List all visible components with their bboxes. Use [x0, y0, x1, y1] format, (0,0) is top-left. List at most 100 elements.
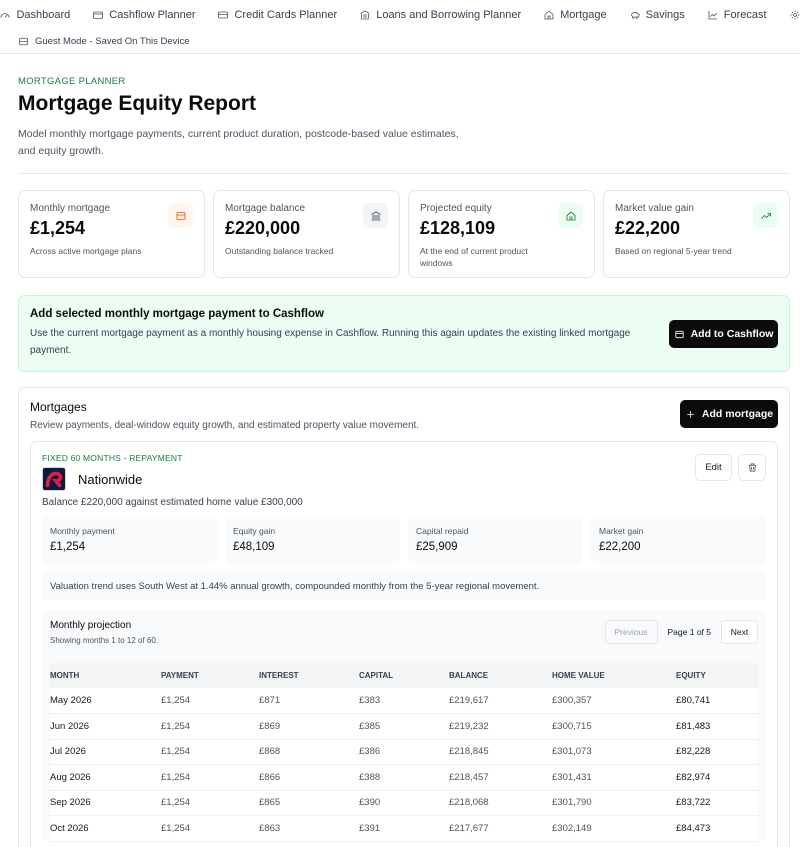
next-page-button[interactable]: Next [721, 620, 758, 644]
nav-loans-planner[interactable]: Loans and Borrowing Planner [359, 9, 521, 21]
stat-cards: Monthly mortgage £1,254 Across active mo… [18, 190, 790, 278]
table-cell: £82,974 [676, 764, 758, 791]
settings-button[interactable] [789, 9, 800, 21]
stat-card-monthly-mortgage: Monthly mortgage £1,254 Across active mo… [18, 190, 205, 278]
table-cell: Jul 2026 [50, 739, 161, 765]
column-header: MONTH [50, 663, 161, 688]
trash-icon [748, 463, 756, 472]
table-cell: £301,431 [552, 764, 676, 791]
column-header: HOME VALUE [552, 663, 676, 688]
column-header: BALANCE [449, 663, 552, 688]
add-mortgage-button[interactable]: Add mortgage [680, 400, 778, 428]
kpi-value: £48,109 [233, 541, 275, 553]
column-header: PAYMENT [161, 663, 259, 688]
table-cell: £1,254 [161, 713, 259, 740]
kpi-capital-repaid: Capital repaid £25,909 [408, 517, 583, 564]
nav-credit-cards-planner[interactable]: Credit Cards Planner [217, 9, 337, 21]
table-cell: £218,068 [449, 790, 552, 816]
page-eyebrow: MORTGAGE PLANNER [18, 76, 126, 87]
add-to-cashflow-button[interactable]: Add to Cashflow [669, 320, 778, 348]
guest-mode-label: Guest Mode - Saved On This Device [35, 36, 190, 47]
table-cell: £391 [359, 815, 449, 842]
bank-icon [363, 203, 388, 228]
page-indicator: Page 1 of 5 [667, 627, 711, 637]
valuation-trend-note: Valuation trend uses South West at 1.44%… [42, 572, 766, 600]
table-cell: £81,483 [676, 713, 758, 740]
nav-label: Loans and Borrowing Planner [376, 9, 522, 21]
table-cell: £866 [259, 764, 359, 791]
table-cell: £219,617 [449, 688, 552, 714]
section-description: Review payments, deal-window equity grow… [30, 420, 420, 431]
table-cell: £871 [259, 688, 359, 714]
table-cell: £1,254 [161, 815, 259, 842]
table-cell: £868 [259, 739, 359, 765]
banner-title: Add selected monthly mortgage payment to… [30, 308, 324, 320]
gear-icon [790, 10, 800, 20]
mortgage-card: FIXED 60 MONTHS - REPAYMENT Nationwide B… [30, 441, 778, 847]
table-cell: £1,254 [161, 688, 259, 714]
previous-page-button[interactable]: Previous [604, 620, 658, 644]
table-cell: £218,457 [449, 764, 552, 791]
nav-savings[interactable]: Savings [629, 9, 685, 21]
kpi-market-gain: Market gain £22,200 [591, 517, 766, 564]
table-cell: £219,232 [449, 713, 552, 740]
edit-button[interactable]: Edit [695, 454, 732, 481]
table-cell: £1,254 [161, 739, 259, 765]
nav-label: Forecast [723, 9, 767, 21]
table-cell: £84,473 [676, 815, 758, 842]
table-row: May 2026 £1,254 £871 £383 £219,617 £300,357 £8… [50, 688, 758, 714]
nav-dashboard[interactable]: Dashboard [0, 9, 70, 21]
table-cell: £300,357 [552, 688, 676, 714]
lender-name: Nationwide [78, 471, 143, 487]
kpi-label: Monthly payment [50, 526, 115, 536]
column-header: EQUITY [676, 663, 758, 688]
table-row: Jul 2026 £1,254 £868 £386 £218,845 £301,073 £8… [50, 739, 758, 765]
trending-up-icon [753, 203, 778, 228]
kpi-monthly-payment: Monthly payment £1,254 [42, 517, 217, 564]
column-header: CAPITAL [359, 663, 449, 688]
button-label: Add mortgage [701, 408, 774, 420]
table-row: Oct 2026 £1,254 £863 £391 £217,677 £302,149 £8… [50, 815, 758, 842]
main-content: MORTGAGE PLANNER Mortgage Equity Report … [0, 54, 800, 847]
kpi-label: Equity gain [233, 526, 276, 536]
plus-icon [687, 410, 694, 418]
banner-description: Use the current mortgage payment as a mo… [30, 328, 631, 356]
stat-subtext: Based on regional 5-year trend [615, 246, 732, 256]
table-cell: £383 [359, 688, 449, 714]
mortgages-section: Mortgages Review payments, deal-window e… [18, 387, 790, 847]
database-icon [19, 37, 28, 46]
kpi-value: £22,200 [599, 541, 641, 553]
table-cell: £385 [359, 713, 449, 740]
home-icon [544, 10, 554, 20]
nav-forecast[interactable]: Forecast [707, 9, 767, 21]
nav-mortgage[interactable]: Mortgage [543, 9, 607, 21]
column-header: INTEREST [259, 663, 359, 688]
credit-card-icon [218, 11, 229, 19]
nav-label: Savings [645, 9, 685, 21]
table-cell: £388 [359, 764, 449, 791]
mortgage-product-tag: FIXED 60 MONTHS - REPAYMENT [42, 453, 183, 463]
table-cell: £82,228 [676, 739, 758, 765]
nav-label: Cashflow Planner [109, 9, 196, 21]
table-cell: £302,149 [552, 815, 676, 842]
table-cell: Aug 2026 [50, 764, 161, 791]
table-cell: £301,073 [552, 739, 676, 765]
pagination: Previous Page 1 of 5 Next [604, 620, 758, 644]
nav-cashflow-planner[interactable]: Cashflow Planner [92, 9, 195, 21]
table-cell: £217,677 [449, 815, 552, 842]
mortgage-actions: Edit [695, 454, 766, 481]
divider [18, 173, 790, 174]
stat-subtext: Across active mortgage plans [30, 246, 142, 256]
stat-subtext: At the end of current product windows [420, 246, 528, 268]
table-header-row: MONTH PAYMENT INTEREST CAPITAL BALANCE H… [50, 663, 758, 688]
delete-button[interactable] [738, 454, 766, 481]
stat-card-market-value-gain: Market value gain £22,200 Based on regio… [603, 190, 790, 278]
gauge-icon [1, 13, 10, 18]
table-cell: £390 [359, 790, 449, 816]
table-cell: £863 [259, 815, 359, 842]
table-cell: Oct 2026 [50, 815, 161, 842]
kpi-label: Capital repaid [416, 526, 469, 536]
home-icon [558, 203, 583, 228]
table-cell: Sep 2026 [50, 790, 161, 816]
add-to-cashflow-banner: Add selected monthly mortgage payment to… [18, 295, 790, 372]
